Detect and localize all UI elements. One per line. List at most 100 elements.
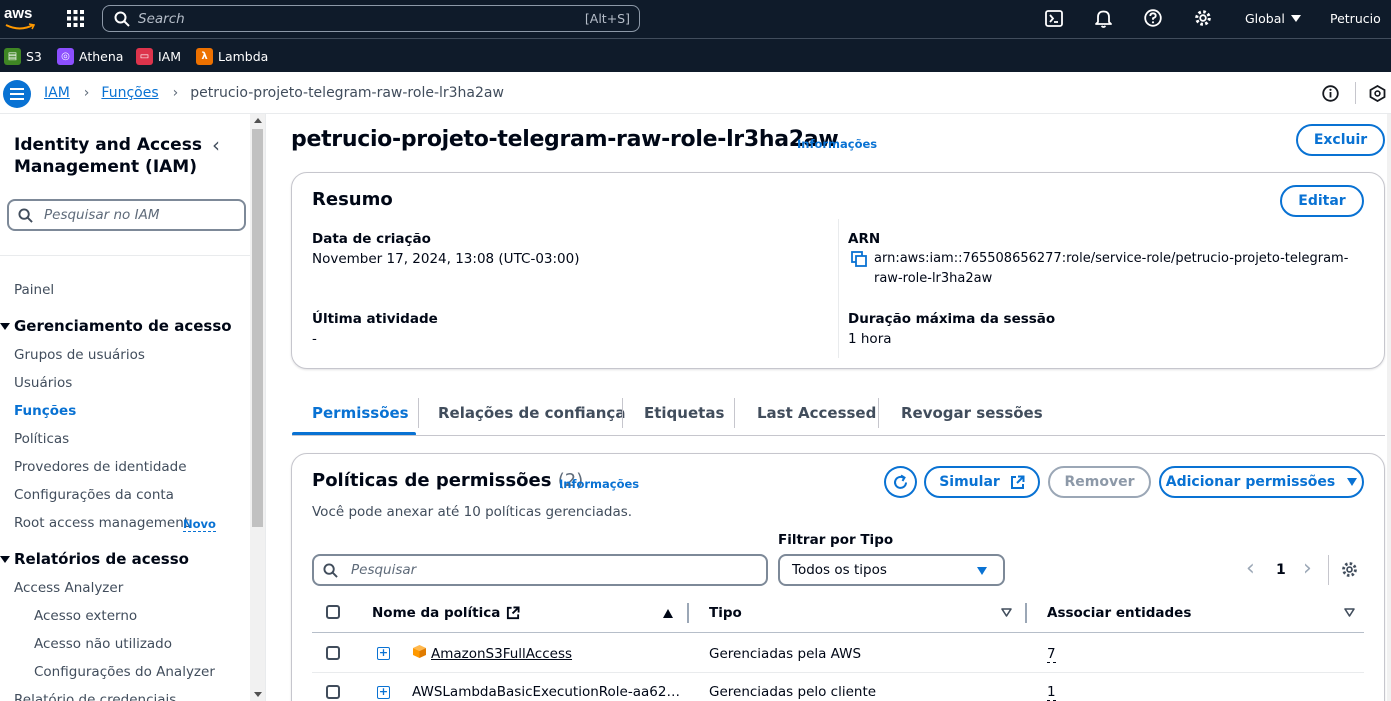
global-search-input[interactable]: Search [Alt+S] xyxy=(102,5,640,32)
aws-managed-policy-icon xyxy=(412,644,427,659)
row-checkbox[interactable] xyxy=(326,646,340,660)
sidebar-item-funcoes[interactable]: Funções xyxy=(14,403,76,419)
policy-name-link[interactable]: AWSLambdaBasicExecutionRole-aa62… xyxy=(412,684,680,700)
sidebar-item-acesso-externo[interactable]: Acesso externo xyxy=(34,608,137,624)
sidebar-item-access-analyzer[interactable]: Access Analyzer xyxy=(14,580,123,596)
hamburger-icon xyxy=(10,88,24,100)
favorite-athena[interactable]: ◎ Athena xyxy=(57,47,123,65)
tab-relacoes-confianca[interactable]: Relações de confiança xyxy=(438,404,625,422)
sidebar-item-relatorio-credenciais[interactable]: Relatório de credenciais xyxy=(14,692,176,701)
sidebar-item-usuarios[interactable]: Usuários xyxy=(14,375,72,391)
menu-toggle-button[interactable] xyxy=(3,80,31,108)
filter-type-select[interactable]: Todos os tipos xyxy=(778,554,1005,586)
scrollbar-down-arrow[interactable] xyxy=(254,692,262,697)
tools-panel-icon[interactable] xyxy=(1369,85,1386,102)
delete-button[interactable]: Excluir xyxy=(1296,124,1385,156)
scrollbar-up-arrow[interactable] xyxy=(254,118,262,123)
panel-divider xyxy=(1355,82,1356,104)
row-border xyxy=(312,672,1364,673)
policy-entities[interactable]: 1 xyxy=(1047,684,1056,701)
page-info-link[interactable]: Informações xyxy=(797,137,877,151)
table-settings-icon[interactable] xyxy=(1341,561,1358,578)
cloudshell-icon[interactable] xyxy=(1045,10,1063,27)
sidebar-section-relatorios[interactable]: Relatórios de acesso xyxy=(14,550,189,568)
sidebar-item-configuracoes-analyzer[interactable]: Configurações do Analyzer xyxy=(34,664,215,680)
aws-logo[interactable]: aws xyxy=(3,4,37,32)
policy-name-link[interactable]: AmazonS3FullAccess xyxy=(431,646,572,662)
sidebar-scrollbar[interactable] xyxy=(250,114,265,701)
policies-info-link[interactable]: Informações xyxy=(559,477,639,491)
sidebar-item-root-access[interactable]: Root access management xyxy=(14,515,189,531)
policy-type: Gerenciadas pelo cliente xyxy=(709,684,877,700)
sidebar-section-gerenciamento[interactable]: Gerenciamento de acesso xyxy=(14,317,232,335)
tab-separator xyxy=(734,398,735,428)
refresh-button[interactable] xyxy=(884,466,917,498)
select-all-checkbox[interactable] xyxy=(326,605,340,619)
last-activity-label: Última atividade xyxy=(312,311,438,327)
column-header-tipo[interactable]: Tipo xyxy=(709,605,742,621)
sort-caret-icon[interactable] xyxy=(1344,608,1355,617)
caret-down-icon xyxy=(0,323,10,330)
column-divider xyxy=(1025,603,1027,623)
account-menu[interactable]: Petrucio xyxy=(1330,11,1381,26)
caret-down-icon xyxy=(0,556,10,563)
favorites-bar: ▤ S3 ◎ Athena ▭ IAM λ Lambda xyxy=(0,38,1391,72)
sidebar-item-configuracoes-conta[interactable]: Configurações da conta xyxy=(14,487,174,503)
sidebar-item-painel[interactable]: Painel xyxy=(14,282,54,298)
filter-type-label: Filtrar por Tipo xyxy=(778,532,894,548)
policy-entities[interactable]: 7 xyxy=(1047,646,1056,663)
favorite-s3[interactable]: ▤ S3 xyxy=(4,47,42,65)
breadcrumb-funcoes[interactable]: Funções xyxy=(101,85,158,101)
policy-search-input[interactable]: Pesquisar xyxy=(312,554,768,586)
prev-page-icon[interactable]: ‹ xyxy=(1246,558,1255,580)
copy-icon[interactable] xyxy=(851,251,867,267)
scrollbar-thumb[interactable] xyxy=(252,129,263,527)
current-page[interactable]: 1 xyxy=(1276,562,1286,578)
bell-icon[interactable] xyxy=(1095,9,1112,28)
sidebar-item-grupos[interactable]: Grupos de usuários xyxy=(14,347,145,363)
remove-button[interactable]: Remover xyxy=(1048,466,1151,498)
sidebar-title: Identity and Access Management (IAM) xyxy=(14,135,202,177)
favorite-iam[interactable]: ▭ IAM xyxy=(136,47,181,65)
edit-button[interactable]: Editar xyxy=(1280,185,1364,217)
tab-last-accessed[interactable]: Last Accessed xyxy=(757,404,876,422)
sort-ascending-icon[interactable] xyxy=(663,609,673,618)
sidebar-divider xyxy=(0,255,250,256)
sidebar-search-placeholder: Pesquisar no IAM xyxy=(44,207,160,223)
region-selector[interactable]: Global xyxy=(1245,11,1301,26)
next-page-icon[interactable]: › xyxy=(1303,558,1312,580)
simulate-button[interactable]: Simular xyxy=(924,466,1040,498)
add-permissions-button[interactable]: Adicionar permissões xyxy=(1159,466,1364,498)
sidebar-item-provedores[interactable]: Provedores de identidade xyxy=(14,459,187,475)
athena-icon: ◎ xyxy=(57,47,74,65)
breadcrumb-current: petrucio-projeto-telegram-raw-role-lr3ha… xyxy=(190,85,504,101)
row-checkbox[interactable] xyxy=(326,685,340,699)
page-title: petrucio-projeto-telegram-raw-role-lr3ha… xyxy=(291,127,839,152)
info-panel-icon[interactable] xyxy=(1322,85,1339,102)
sidebar-item-politicas[interactable]: Políticas xyxy=(14,431,69,447)
sort-caret-icon[interactable] xyxy=(1001,608,1012,617)
page-scrollbar[interactable] xyxy=(1387,114,1391,701)
arn-value-line2: raw-role-lr3ha2aw xyxy=(874,271,993,286)
help-icon[interactable] xyxy=(1144,9,1162,27)
tab-etiquetas[interactable]: Etiquetas xyxy=(644,404,724,422)
expand-row-icon[interactable]: + xyxy=(377,686,390,699)
column-header-entidades[interactable]: Associar entidades xyxy=(1047,605,1191,621)
gear-icon[interactable] xyxy=(1194,9,1212,27)
services-grid-icon[interactable] xyxy=(67,10,84,27)
caret-down-icon xyxy=(977,567,987,575)
search-icon xyxy=(114,11,130,27)
tab-revogar-sessoes[interactable]: Revogar sessões xyxy=(901,404,1043,422)
sidebar-item-acesso-nao-utilizado[interactable]: Acesso não utilizado xyxy=(34,636,172,652)
breadcrumb-iam[interactable]: IAM xyxy=(44,85,70,101)
favorite-lambda[interactable]: λ Lambda xyxy=(196,47,268,65)
collapse-sidebar-icon[interactable]: ‹ xyxy=(212,135,220,155)
expand-row-icon[interactable]: + xyxy=(377,647,390,660)
column-header-nome[interactable]: Nome da política xyxy=(372,605,520,621)
sidebar-search-input[interactable]: Pesquisar no IAM xyxy=(7,199,246,231)
session-duration-value: 1 hora xyxy=(848,331,892,347)
tab-permissoes[interactable]: Permissões xyxy=(312,404,409,422)
breadcrumb-bar: IAM › Funções › petrucio-projeto-telegra… xyxy=(0,72,1391,114)
tab-separator xyxy=(418,398,419,428)
account-name: Petrucio xyxy=(1330,11,1381,26)
